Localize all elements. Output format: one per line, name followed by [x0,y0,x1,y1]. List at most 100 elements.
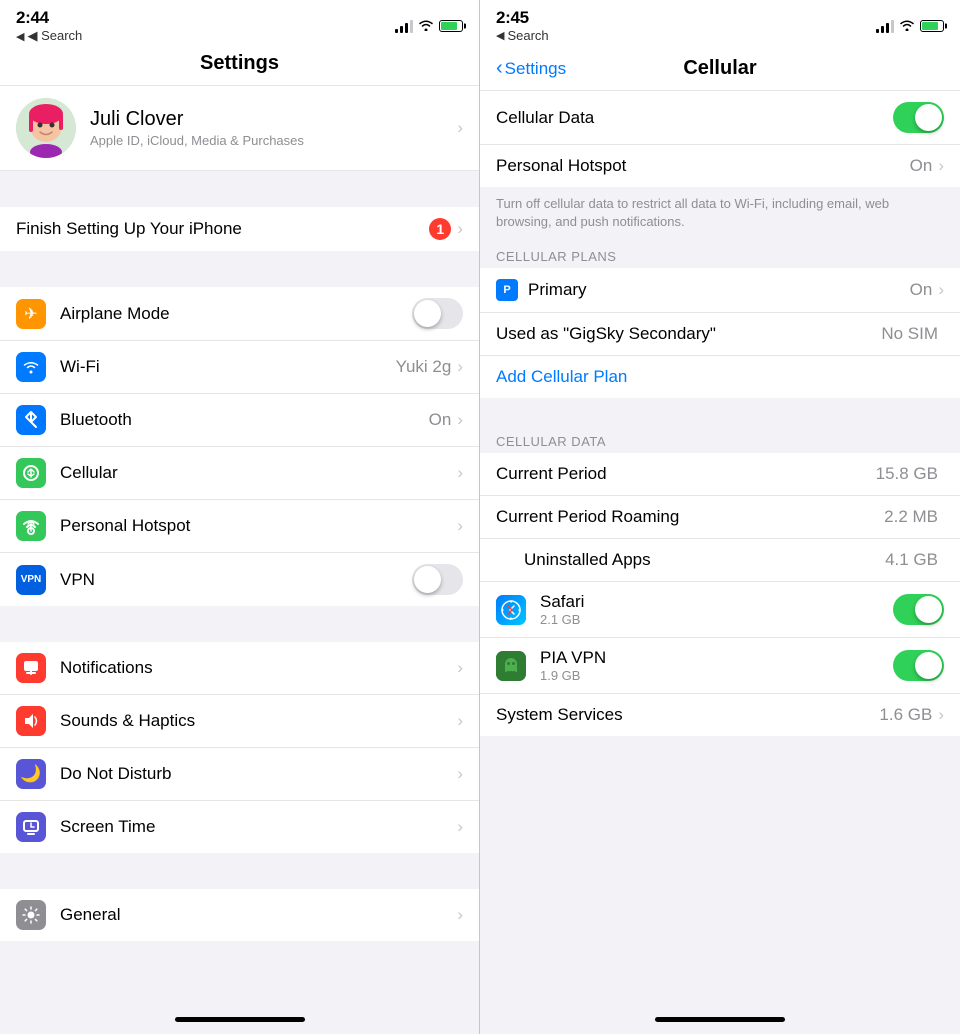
right-panel: 2:45 ◀ Search [480,0,960,1034]
r-signal-bar-2 [881,26,884,33]
safari-name: Safari [540,592,893,612]
safari-toggle[interactable] [893,594,944,625]
left-panel: 2:44 ◀ ◀ Search [0,0,480,1034]
settings-section-2: Notifications › Sounds & Haptics › 🌙 Do … [0,642,479,853]
profile-name: Juli Clover [90,108,304,131]
signal-bar-3 [405,23,408,33]
left-battery [439,20,463,32]
dnd-row[interactable]: 🌙 Do Not Disturb › [0,748,479,801]
notifications-label: Notifications [60,658,457,678]
vpn-row[interactable]: VPN VPN [0,553,479,606]
pia-vpn-toggle-thumb [915,652,942,679]
right-status-left: 2:45 ◀ Search [496,8,549,43]
right-divider-1 [480,398,960,426]
airplane-label: Airplane Mode [60,304,412,324]
cellular-icon [16,458,46,488]
notifications-icon [16,653,46,683]
personal-hotspot-row[interactable]: Personal Hotspot On › [480,145,960,187]
finish-setup-row[interactable]: Finish Setting Up Your iPhone 1 › [0,207,479,251]
safari-text: Safari 2.1 GB [540,592,893,627]
settings-back-button[interactable]: ‹ Settings [496,57,566,80]
primary-chevron: › [938,280,944,300]
safari-size: 2.1 GB [540,612,893,627]
right-back-search[interactable]: ◀ Search [496,28,549,43]
used-as-row[interactable]: Used as "GigSky Secondary" No SIM [480,313,960,356]
screentime-label: Screen Time [60,817,457,837]
profile-left: Juli Clover Apple ID, iCloud, Media & Pu… [16,98,304,158]
cellular-data-list: Current Period 15.8 GB Current Period Ro… [480,453,960,736]
vpn-toggle-thumb [414,566,441,593]
finish-badge: 1 [429,218,451,240]
right-status-icons [876,18,944,34]
safari-row[interactable]: Safari 2.1 GB [480,582,960,638]
left-time: 2:44 [16,8,82,28]
left-wifi-icon [418,18,434,34]
right-wifi-icon [899,18,915,34]
cellular-data-section: Cellular Data Personal Hotspot On › [480,91,960,187]
hotspot-row[interactable]: Personal Hotspot › [0,500,479,553]
pia-vpn-toggle[interactable] [893,650,944,681]
settings-section-3: General › [0,889,479,941]
cellular-data-row[interactable]: Cellular Data [480,91,960,145]
cellular-label: Cellular [60,463,457,483]
add-plan-row[interactable]: Add Cellular Plan [480,356,960,398]
current-period-roaming-value: 2.2 MB [884,507,938,527]
divider-1 [0,171,479,207]
screentime-icon [16,812,46,842]
uninstalled-apps-value: 4.1 GB [885,550,938,570]
airplane-row[interactable]: ✈ Airplane Mode [0,287,479,341]
right-search-label: Search [507,28,548,43]
current-period-roaming-label: Current Period Roaming [496,507,884,527]
finish-chevron: › [457,219,463,239]
notifications-row[interactable]: Notifications › [0,642,479,695]
vpn-label: VPN [60,570,412,590]
cellular-nav-bar: ‹ Settings Cellular [480,47,960,91]
pia-vpn-row[interactable]: PIA VPN 1.9 GB [480,638,960,694]
wifi-row[interactable]: Wi-Fi Yuki 2g › [0,341,479,394]
left-search-label: ◀ Search [27,28,82,44]
left-back-arrow: ◀ [16,30,24,43]
primary-plan-icon: P [496,279,518,301]
current-period-row: Current Period 15.8 GB [480,453,960,496]
system-services-row[interactable]: System Services 1.6 GB › [480,694,960,736]
used-as-value: No SIM [881,324,938,344]
cellular-row[interactable]: Cellular › [0,447,479,500]
current-period-roaming-row: Current Period Roaming 2.2 MB [480,496,960,539]
cellular-data-toggle[interactable] [893,102,944,133]
pia-vpn-icon [496,651,526,681]
add-plan-label: Add Cellular Plan [496,367,627,387]
left-back-search[interactable]: ◀ ◀ Search [16,28,82,44]
r-signal-bar-1 [876,29,879,33]
system-services-chevron: › [938,705,944,725]
hotspot-icon [16,511,46,541]
bluetooth-value: On [429,410,452,430]
airplane-toggle[interactable] [412,298,463,329]
finish-setup-section: Finish Setting Up Your iPhone 1 › [0,207,479,251]
current-period-value: 15.8 GB [876,464,938,484]
right-battery [920,20,944,32]
right-home-indicator [655,1017,785,1022]
left-nav-bar: Settings [0,48,479,86]
finish-setup-label: Finish Setting Up Your iPhone [16,219,429,239]
bluetooth-chevron: › [457,410,463,430]
primary-row[interactable]: P Primary On › [480,268,960,313]
sounds-row[interactable]: Sounds & Haptics › [0,695,479,748]
profile-chevron: › [457,118,463,138]
divider-3 [0,606,479,642]
bluetooth-row[interactable]: Bluetooth On › [0,394,479,447]
cellular-plans-label: CELLULAR PLANS [480,241,960,268]
screentime-row[interactable]: Screen Time › [0,801,479,853]
cellular-data-section-label: CELLULAR DATA [480,426,960,453]
primary-icon-label: P [503,284,510,296]
airplane-icon: ✈ [16,299,46,329]
profile-row[interactable]: Juli Clover Apple ID, iCloud, Media & Pu… [0,86,479,171]
vpn-toggle[interactable] [412,564,463,595]
signal-bar-4 [410,20,413,33]
wifi-chevron: › [457,357,463,377]
hotspot-chevron: › [457,516,463,536]
signal-bar-1 [395,29,398,33]
signal-bar-2 [400,26,403,33]
current-period-label: Current Period [496,464,876,484]
general-row[interactable]: General › [0,889,479,941]
personal-hotspot-chevron: › [938,156,944,176]
